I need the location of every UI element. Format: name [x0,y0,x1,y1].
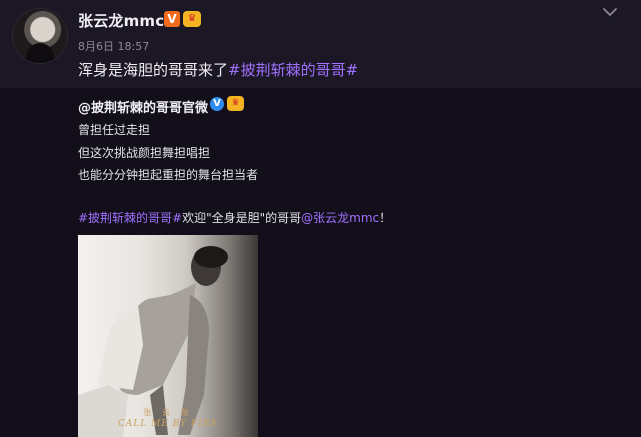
timestamp[interactable]: 8月6日 18:57 [78,38,149,54]
hashtag-link[interactable]: #披荆斩棘的哥哥# [228,61,358,79]
post-text-body: 浑身是海胆的哥哥来了 [78,61,229,79]
username[interactable]: 张云龙mmc [78,10,164,31]
repost-author[interactable]: @披荆斩棘的哥哥官微 [78,97,208,116]
repost-end-text: ！ [379,211,392,225]
crown-badge-icon: ♛ [183,11,201,27]
post-text: 浑身是海胆的哥哥来了#披荆斩棘的哥哥# [78,59,358,80]
mention-link[interactable]: @张云龙mmc [301,211,379,225]
poster-name: 张 云 龙 [143,408,193,417]
poster-tagline: CALL ME BY FIRE [117,419,219,429]
verified-badge-icon: V [164,11,180,27]
repost-text: 欢迎"全身是胆"的哥哥 [182,211,302,225]
avatar[interactable] [13,9,67,63]
verified-badge-icon: V [210,97,224,111]
crown-badge-icon: ♛ [227,96,244,111]
chevron-down-icon[interactable] [600,2,620,22]
repost-line: 也能分分钟担起重担的舞台担当者 [78,168,259,182]
repost-tag-line: #披荆斩棘的哥哥#欢迎"全身是胆"的哥哥@张云龙mmc！ [78,209,391,226]
repost-line: 曾担任过走担 [78,123,151,137]
hashtag-link[interactable]: #披荆斩棘的哥哥# [78,211,182,225]
repost-line: 但这次挑战颜担舞担唱担 [78,146,211,160]
post-photo[interactable]: 张 云 龙 CALL ME BY FIRE [78,235,258,437]
